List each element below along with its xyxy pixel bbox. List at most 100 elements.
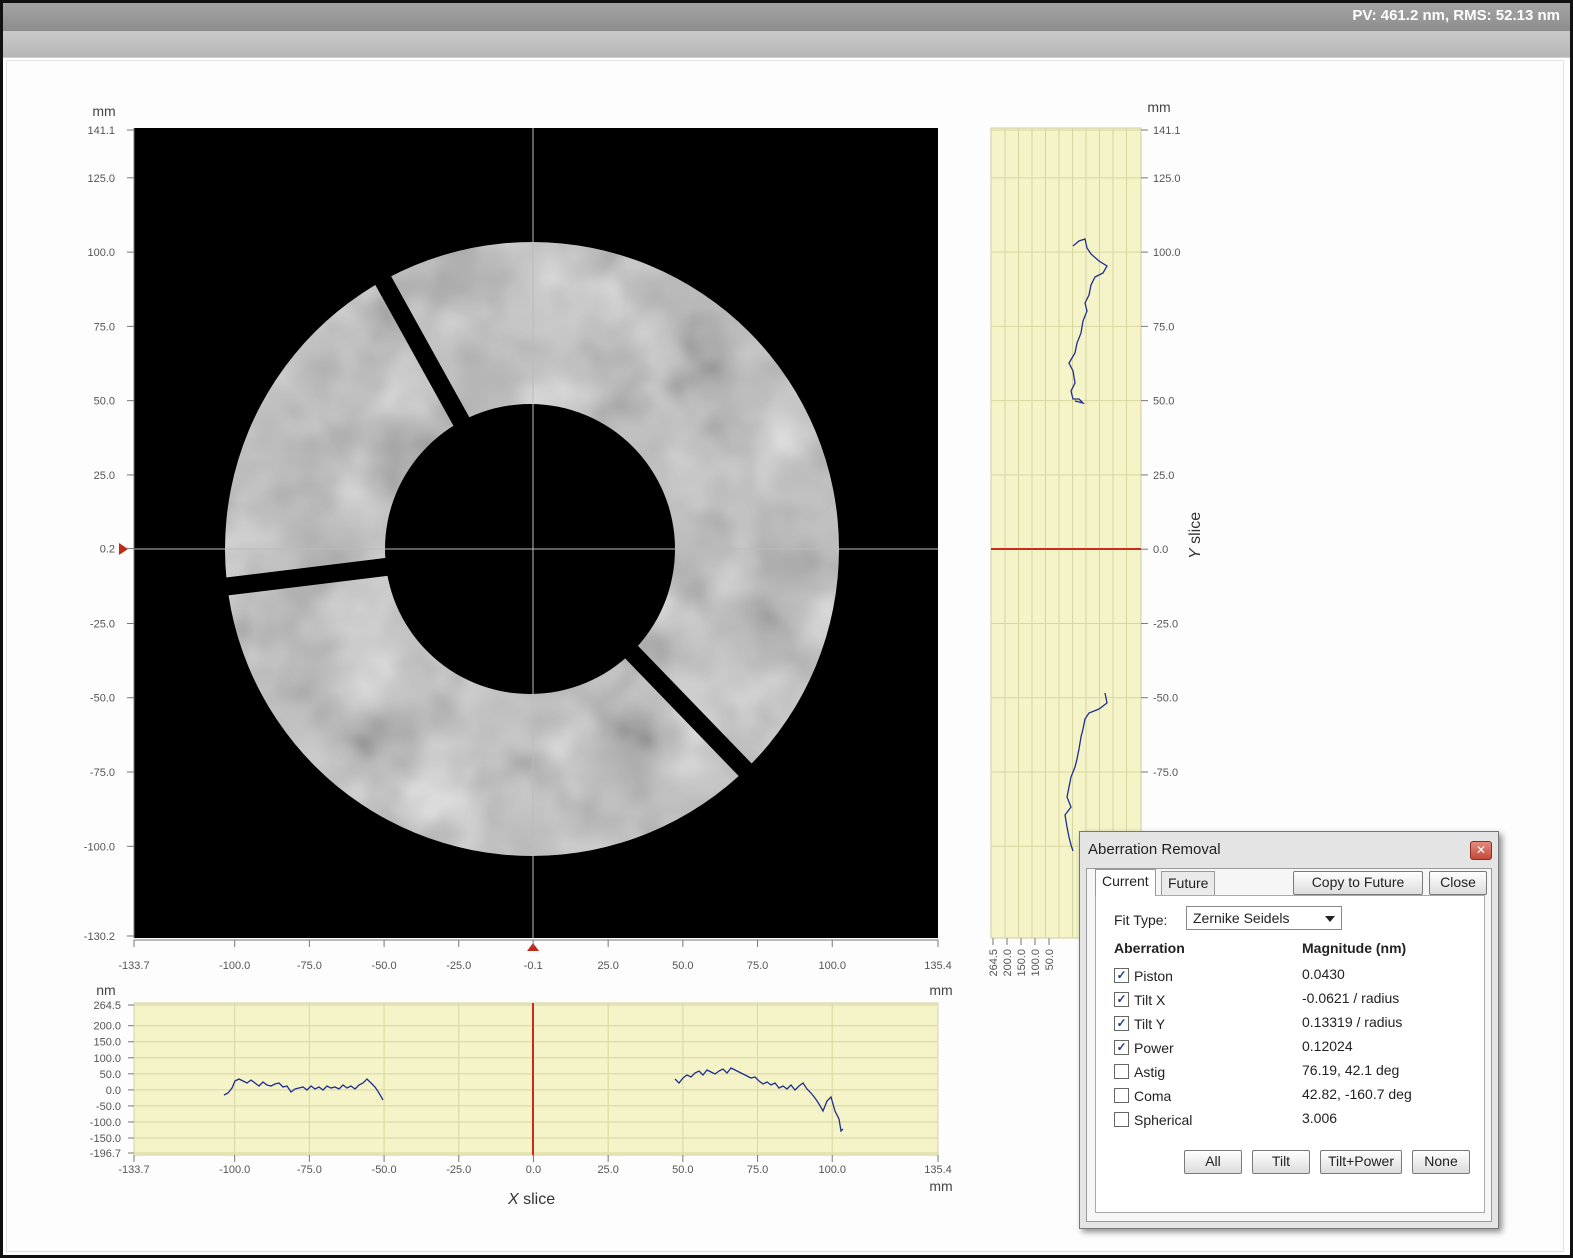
x-slice-y-tick-label: -50.0: [96, 1101, 121, 1113]
y-slice-unit: mm: [1147, 99, 1170, 115]
x-slice-plot[interactable]: [133, 1002, 939, 1156]
aberration-row-tilt-y: ✓ Tilt Y 0.13319 / radius: [1114, 1014, 1474, 1034]
x-slice-y-tick-label: 0.0: [106, 1085, 121, 1097]
main-x-axis: -133.7 -100.0 -75.0 -50.0 -25.0 -0.1 25.0 50.0 7…: [118, 939, 952, 972]
y-slice-x-tick-label: 200.0: [1002, 949, 1014, 977]
y-slice-y-tick-label: -75.0: [1153, 767, 1178, 779]
x-slice-y-tick-label: 100.0: [93, 1053, 121, 1065]
chevron-down-icon: [1325, 916, 1335, 922]
x-slice-x-tick-label: -25.0: [446, 1164, 471, 1176]
copy-to-future-button[interactable]: Copy to Future: [1293, 871, 1423, 895]
aberration-magnitude: 76.19, 42.1 deg: [1302, 1062, 1400, 1078]
y-slice-y-tick-label: 0.0: [1153, 544, 1168, 556]
aberration-row-astig: Astig 76.19, 42.1 deg: [1114, 1062, 1474, 1082]
x-slice-label: X slice: [507, 1191, 555, 1208]
aberration-row-tilt-x: ✓ Tilt X -0.0621 / radius: [1114, 990, 1474, 1010]
y-slice-y-tick-label: 100.0: [1153, 247, 1181, 259]
aberration-row-spherical: Spherical 3.006: [1114, 1110, 1474, 1130]
y-slice-x-tick-label: 50.0: [1044, 949, 1056, 970]
aberration-row-piston: ✓ Piston 0.0430: [1114, 966, 1474, 986]
app-window: PV: 461.2 nm, RMS: 52.13 nm mm mm 141.1 …: [0, 0, 1573, 1258]
x-slice-x-axis: -133.7 -100.0 -75.0 -50.0 -25.0 0.0 25.0 50.0 75…: [118, 1155, 952, 1176]
aberration-name: Spherical: [1134, 1112, 1193, 1128]
all-button[interactable]: All: [1184, 1150, 1242, 1174]
main-y-tick-label: 50.0: [94, 396, 115, 408]
y-slice-y-tick-label: -25.0: [1153, 618, 1178, 630]
main-y-tick-label: 125.0: [87, 173, 115, 185]
x-slice-y-tick-label: -196.7: [90, 1148, 121, 1160]
tab-current[interactable]: Current: [1095, 869, 1156, 896]
fit-type-select[interactable]: Zernike Seidels: [1186, 906, 1342, 930]
coma-checkbox[interactable]: [1114, 1088, 1129, 1103]
spherical-checkbox[interactable]: [1114, 1112, 1129, 1127]
x-slice-y-tick-label: 264.5: [93, 1000, 121, 1012]
x-slice-y-tick-label: 200.0: [93, 1021, 121, 1033]
close-button[interactable]: Close: [1429, 871, 1487, 895]
tilt-button[interactable]: Tilt: [1252, 1150, 1310, 1174]
aberration-magnitude: 0.13319 / radius: [1302, 1014, 1403, 1030]
main-y-tick-label: -130.2: [84, 931, 115, 943]
main-x-tick-label: 50.0: [672, 960, 693, 972]
aberration-column-header: Aberration: [1114, 940, 1185, 956]
main-y-tick-label: -25.0: [90, 618, 115, 630]
x-slice-x-tick-label: 25.0: [597, 1164, 618, 1176]
y-slice-y-tick-label: 141.1: [1153, 125, 1181, 137]
main-y-tick-label: 100.0: [87, 247, 115, 259]
x-slice-x-tick-label: 75.0: [747, 1164, 768, 1176]
tilt-x-checkbox[interactable]: ✓: [1114, 992, 1129, 1007]
aberration-name: Astig: [1134, 1064, 1166, 1080]
aberration-name: Tilt Y: [1134, 1016, 1166, 1032]
y-slice-y-axis: 141.1 125.0 100.0 75.0 50.0 25.0 0.0 -25.0 -50.0…: [1141, 125, 1184, 853]
aberration-magnitude: 3.006: [1302, 1110, 1338, 1126]
x-slice-y-unit: nm: [96, 982, 115, 998]
aberration-magnitude: -0.0621 / radius: [1302, 990, 1400, 1006]
tilt-power-button[interactable]: Tilt+Power: [1320, 1150, 1402, 1174]
x-slice-x-tick-label: -75.0: [297, 1164, 322, 1176]
power-checkbox[interactable]: ✓: [1114, 1040, 1129, 1055]
aberration-name: Coma: [1134, 1088, 1172, 1104]
tilt-y-checkbox[interactable]: ✓: [1114, 1016, 1129, 1031]
x-slice-y-tick-label: -100.0: [90, 1117, 121, 1129]
none-button[interactable]: None: [1412, 1150, 1470, 1174]
y-slice-x-axis: 264.5 200.0 150.0 100.0 50.0: [988, 938, 1056, 977]
aberration-magnitude: 0.12024: [1302, 1038, 1353, 1054]
aberration-row-power: ✓ Power 0.12024: [1114, 1038, 1474, 1058]
x-slice-x-tick-label: -50.0: [372, 1164, 397, 1176]
y-slice-x-tick-label: 100.0: [1030, 949, 1042, 977]
surface-map[interactable]: [134, 128, 938, 938]
astig-checkbox[interactable]: [1114, 1064, 1129, 1079]
main-y-axis: 141.1 125.0 100.0 75.0 50.0 25.0 0.2 -25.0 -50.0…: [84, 125, 135, 943]
current-tab-panel: Fit Type: Zernike Seidels Aberration Mag…: [1095, 895, 1485, 1213]
x-slice-y-tick-label: -150.0: [90, 1133, 121, 1145]
x-slice-y-tick-label: 50.0: [100, 1069, 121, 1081]
y-slice-y-tick-label: 75.0: [1153, 321, 1174, 333]
x-slice-x-tick-label: 100.0: [818, 1164, 846, 1176]
main-x-tick-label: 100.0: [818, 960, 846, 972]
main-x-tick-label: 25.0: [597, 960, 618, 972]
y-slice-y-tick-label: 50.0: [1153, 396, 1174, 408]
main-x-tick-label: -0.1: [524, 960, 543, 972]
main-x-tick-label: 75.0: [747, 960, 768, 972]
x-slice-y-tick-label: 150.0: [93, 1037, 121, 1049]
aberration-name: Tilt X: [1134, 992, 1166, 1008]
aberration-name: Power: [1134, 1040, 1174, 1056]
main-x-tick-label: -75.0: [297, 960, 322, 972]
x-slice-y-axis: 264.5 200.0 150.0 100.0 50.0 0.0 -50.0 -100.0 -1…: [90, 1000, 134, 1160]
fit-type-value: Zernike Seidels: [1193, 910, 1290, 926]
main-x-tick-label: -133.7: [118, 960, 149, 972]
dialog-body: Current Future Copy to Future Close Fit …: [1086, 868, 1492, 1222]
main-y-tick-label: 25.0: [94, 470, 115, 482]
main-y-tick-label: -100.0: [84, 841, 115, 853]
aberration-row-coma: Coma 42.82, -160.7 deg: [1114, 1086, 1474, 1106]
x-slice-x-tick-label: -100.0: [219, 1164, 250, 1176]
aberration-magnitude: 42.82, -160.7 deg: [1302, 1086, 1412, 1102]
main-x-tick-label: -50.0: [372, 960, 397, 972]
y-slice-y-tick-label: 25.0: [1153, 470, 1174, 482]
dialog-close-icon[interactable]: ✕: [1470, 841, 1492, 860]
piston-checkbox[interactable]: ✓: [1114, 968, 1129, 983]
y-slice-label: Y slice: [1187, 512, 1204, 559]
y-slice-marker[interactable]: [119, 543, 128, 555]
y-slice-plot[interactable]: [990, 127, 1142, 939]
aberration-name: Piston: [1134, 968, 1173, 984]
tab-future[interactable]: Future: [1161, 871, 1216, 896]
